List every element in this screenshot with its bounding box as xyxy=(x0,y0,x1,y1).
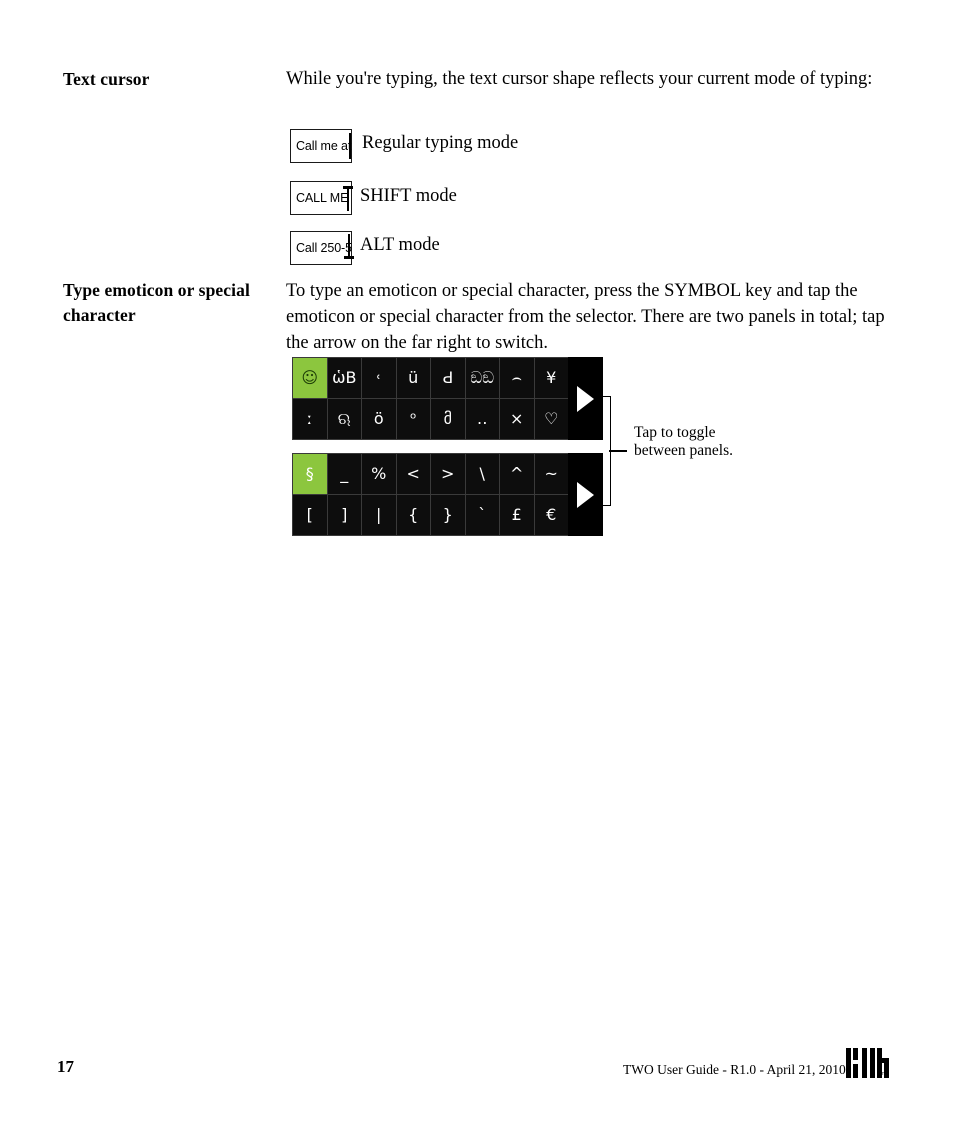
symbol-key[interactable]: % xyxy=(362,454,396,494)
emoticon-key[interactable]: ˓ xyxy=(362,358,396,398)
caret-shift-cap-icon xyxy=(343,186,353,189)
emoticon-key[interactable]: ‥ xyxy=(465,399,499,439)
symbol-key[interactable]: € xyxy=(534,495,568,535)
symbol-key[interactable]: § xyxy=(293,454,327,494)
emoticon-key[interactable]: ☺ xyxy=(293,358,327,398)
section-label-emoticon: Type emoticon or special character xyxy=(63,280,250,325)
symbol-key[interactable]: { xyxy=(396,495,430,535)
callout-bracket-stem xyxy=(609,450,627,452)
cursor-demo-shift-text: CALL ME xyxy=(296,191,349,205)
trademark-symbol: ™ xyxy=(881,1072,888,1079)
cursor-demo-regular-caption: Regular typing mode xyxy=(362,133,519,153)
symbol-key[interactable]: ^ xyxy=(500,454,534,494)
emoticon-key[interactable]: მ xyxy=(431,399,465,439)
symbol-key-grid: § _ % < > \ ^ ~ [ ] | { } ` £ € xyxy=(292,453,568,536)
emoticon-key[interactable]: ⌢ xyxy=(500,358,534,398)
cursor-demo-regular: Call me at xyxy=(290,129,352,163)
emoticon-key[interactable]: ὡB xyxy=(327,358,361,398)
section-label-text-cursor: Text cursor xyxy=(63,69,150,89)
cursor-demo-alt: Call 250-5 xyxy=(290,231,352,265)
symbol-selector-panel[interactable]: § _ % < > \ ^ ~ [ ] | { } ` £ € xyxy=(292,453,603,536)
callout-line-2: between panels. xyxy=(634,442,733,459)
caret-shift-icon xyxy=(347,186,349,211)
cursor-demo-alt-caption: ALT mode xyxy=(360,235,440,255)
symbol-key[interactable]: } xyxy=(431,495,465,535)
emoticon-key-grid: ☺ ὡB ˓ ü Ԁ ඞඞ ⌢ ¥ ː ଋ ö ᵒ მ ‥ ⨯ ♡ xyxy=(292,357,568,440)
right-arrow-icon xyxy=(577,481,594,508)
emoticon-key[interactable]: ♡ xyxy=(534,399,568,439)
right-arrow-icon xyxy=(577,385,594,412)
emoticon-key[interactable]: ଋ xyxy=(327,399,361,439)
emoticon-key[interactable]: ඞඞ xyxy=(465,358,499,398)
cursor-demo-shift-caption: SHIFT mode xyxy=(360,186,457,206)
emoticon-key[interactable]: ᵒ xyxy=(396,399,430,439)
caret-regular-icon xyxy=(349,133,351,159)
document-page: Text cursor While you're typing, the tex… xyxy=(0,0,954,1145)
symbol-key[interactable]: [ xyxy=(293,495,327,535)
cursor-demo-alt-text: Call 250-5 xyxy=(296,241,352,255)
symbol-key[interactable]: \ xyxy=(465,454,499,494)
section-paragraph-text-cursor: While you're typing, the text cursor sha… xyxy=(286,69,873,89)
emoticon-key[interactable]: Ԁ xyxy=(431,358,465,398)
symbol-key[interactable]: ~ xyxy=(534,454,568,494)
caret-alt-cap-icon xyxy=(344,256,354,259)
emoticon-key[interactable]: ː xyxy=(293,399,327,439)
callout-line-1: Tap to toggle xyxy=(634,424,716,441)
page-number: 17 xyxy=(57,1057,74,1076)
emoticon-key[interactable]: ü xyxy=(396,358,430,398)
symbol-key[interactable]: < xyxy=(396,454,430,494)
emoticon-key[interactable]: ⨯ xyxy=(500,399,534,439)
emoticon-key[interactable]: ¥ xyxy=(534,358,568,398)
emoticon-selector-panel[interactable]: ☺ ὡB ˓ ü Ԁ ඞඞ ⌢ ¥ ː ଋ ö ᵒ მ ‥ ⨯ ♡ xyxy=(292,357,603,440)
symbol-key[interactable]: _ xyxy=(327,454,361,494)
symbol-key[interactable]: > xyxy=(431,454,465,494)
symbol-key[interactable]: £ xyxy=(500,495,534,535)
symbol-key[interactable]: | xyxy=(362,495,396,535)
footer-text: TWO User Guide - R1.0 - April 21, 2010 xyxy=(623,1062,846,1077)
emoticon-key[interactable]: ö xyxy=(362,399,396,439)
symbol-key[interactable]: ] xyxy=(327,495,361,535)
section-paragraph-emoticon: To type an emoticon or special character… xyxy=(286,281,885,353)
cursor-demo-regular-text: Call me at xyxy=(296,139,352,153)
symbol-key[interactable]: ` xyxy=(465,495,499,535)
